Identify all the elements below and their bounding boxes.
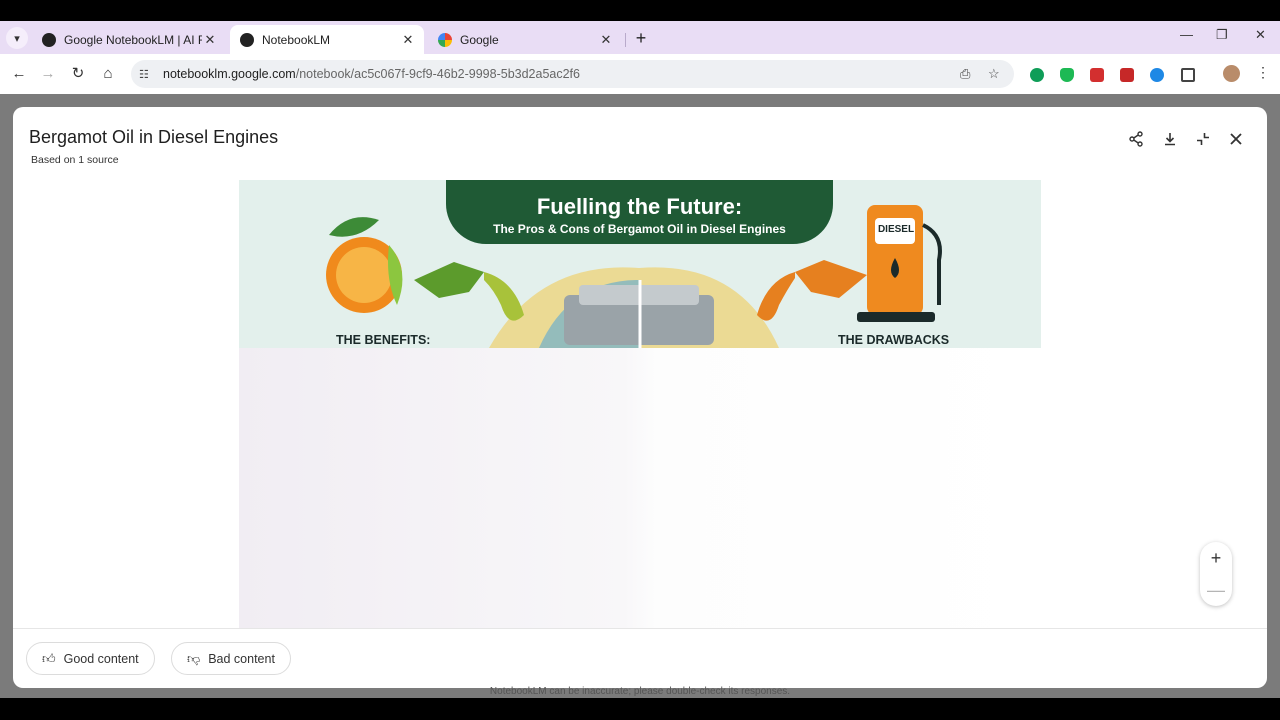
drawbacks-label: THE DRAWBACKS (838, 333, 950, 347)
good-content-label: Good content (63, 651, 139, 666)
infographic-dialog: Bergamot Oil in Diesel Engines Based on … (13, 107, 1267, 688)
reload-icon: ↻ (71, 65, 85, 82)
browser-menu-icon[interactable]: ⋮ (1256, 64, 1270, 81)
dialog-subtitle: Based on 1 source (31, 154, 119, 166)
disclaimer-text: NotebookLM can be inaccurate; please dou… (489, 686, 791, 697)
home-icon: ⌂ (103, 64, 113, 82)
url-text: notebooklm.google.com/notebook/ac5c067f-… (163, 67, 580, 81)
tab-title: Google NotebookLM | AI Resea (64, 32, 202, 47)
extensions-puzzle-icon[interactable] (1181, 68, 1195, 82)
download-icon (1165, 133, 1175, 146)
close-dialog-button[interactable] (1225, 128, 1247, 150)
shield-extension-icon[interactable] (1060, 68, 1074, 82)
collapse-button[interactable] (1192, 128, 1214, 150)
tab-title: NotebookLM (262, 32, 331, 47)
tab-notebooklm-landing[interactable]: Google NotebookLM | AI Resea ✕ (32, 25, 226, 54)
bad-content-label: Bad content (208, 651, 275, 666)
notebooklm-icon (42, 32, 56, 47)
share-icon (1129, 131, 1143, 147)
tab-search-button[interactable]: ▾ (6, 27, 28, 49)
pump-label: DIESEL (877, 224, 915, 235)
thumbs-down-icon: 👎︎ (187, 650, 201, 666)
screen-top-bar (0, 0, 1280, 21)
bookmark-star-icon[interactable]: ☆ (988, 66, 1000, 82)
profile-avatar[interactable] (1223, 65, 1240, 82)
infographic-image: Fuelling the Future: The Pros & Cons of … (239, 180, 1041, 348)
close-icon[interactable]: ✕ (202, 32, 218, 48)
pdf-extension-icon[interactable] (1090, 68, 1104, 82)
good-content-button[interactable]: 👍︎ Good content (26, 642, 155, 675)
notebooklm-icon (240, 32, 254, 47)
google-icon (438, 32, 452, 47)
install-app-icon[interactable]: ⎙ (960, 66, 970, 82)
grammarly-extension-icon[interactable] (1030, 68, 1044, 82)
tab-google[interactable]: Google ✕ (428, 25, 622, 54)
tab-notebooklm[interactable]: NotebookLM ✕ (230, 25, 424, 54)
blue-extension-icon[interactable] (1150, 68, 1164, 82)
arrow-left-icon: ← (11, 64, 27, 82)
download-button[interactable] (1159, 128, 1181, 150)
reload-button[interactable]: ↻ (67, 62, 89, 84)
benefits-label: THE BENEFITS: (336, 333, 431, 347)
home-button[interactable]: ⌂ (97, 62, 119, 84)
share-button[interactable] (1125, 128, 1147, 150)
zoom-control: + — (1200, 542, 1232, 606)
new-tab-button[interactable]: + (632, 29, 650, 47)
close-icon (1230, 133, 1242, 145)
back-button[interactable]: ← (8, 62, 30, 84)
chevron-down-icon: ▾ (14, 32, 20, 45)
footer-divider (13, 628, 1267, 629)
restore-button[interactable]: ❐ (1216, 27, 1228, 43)
infographic-loading-area (239, 348, 1041, 628)
address-bar[interactable]: ☷ notebooklm.google.com/notebook/ac5c067… (131, 60, 1014, 88)
plus-icon: + (635, 28, 647, 48)
close-icon[interactable]: ✕ (400, 32, 416, 48)
arrow-right-icon: → (40, 64, 56, 82)
url-path: /notebook/ac5c067f-9cf9-46b2-9998-5b3d2a… (295, 67, 580, 81)
close-icon[interactable]: ✕ (598, 32, 614, 48)
bad-content-button[interactable]: 👎︎ Bad content (171, 642, 291, 675)
video-extension-icon[interactable] (1120, 68, 1134, 82)
dialog-title: Bergamot Oil in Diesel Engines (29, 127, 279, 147)
window-close-button[interactable]: ✕ (1255, 27, 1266, 43)
infographic-banner: Fuelling the Future: The Pros & Cons of … (446, 180, 833, 244)
screen-bottom-bar (0, 698, 1280, 720)
tab-title: Google (460, 32, 499, 47)
zoom-in-button[interactable]: + (1211, 548, 1222, 569)
browser-toolbar: ← → ↻ ⌂ ☷ notebooklm.google.com/notebook… (0, 54, 1280, 94)
infographic-title: Fuelling the Future: (536, 194, 743, 219)
forward-button[interactable]: → (37, 62, 59, 84)
infographic-subtitle: The Pros & Cons of Bergamot Oil in Diese… (493, 222, 786, 236)
collapse-icon (1197, 133, 1209, 145)
thumbs-up-icon: 👍︎ (42, 650, 56, 666)
tab-separator (625, 33, 626, 47)
zoom-out-button[interactable]: — (1207, 580, 1225, 601)
site-info-icon[interactable]: ☷ (139, 68, 153, 81)
url-domain: notebooklm.google.com (163, 67, 296, 81)
minimize-button[interactable]: — (1180, 27, 1193, 42)
